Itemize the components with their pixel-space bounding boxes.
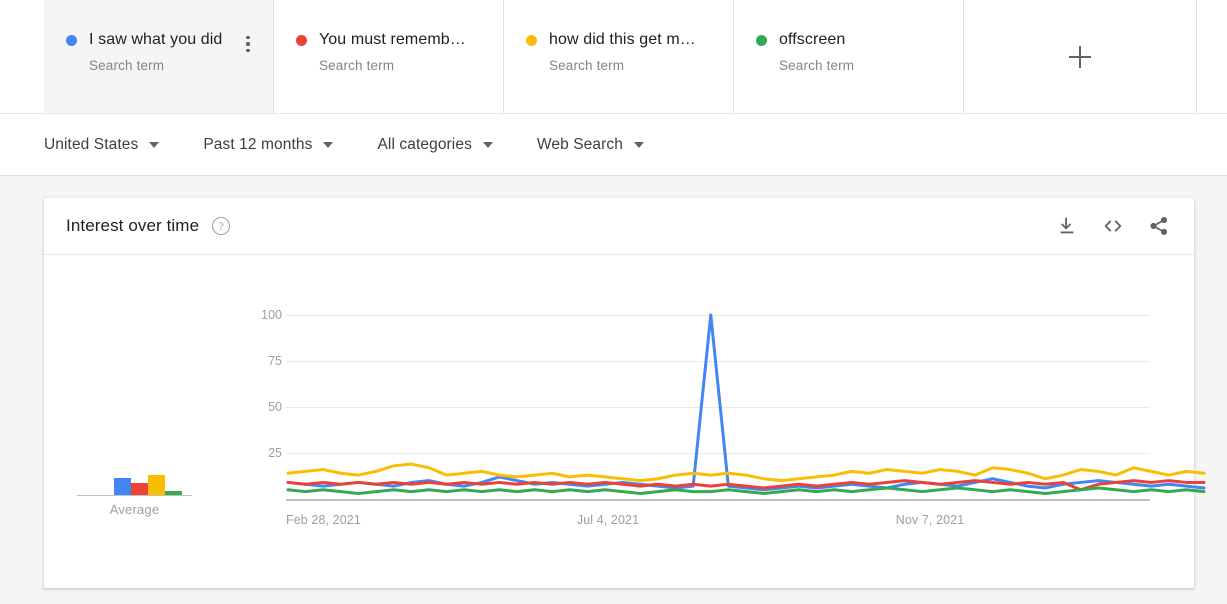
term-color-dot [526, 34, 537, 46]
average-bar [114, 478, 131, 495]
average-panel: Average [64, 255, 264, 587]
page-title: Interest over time [66, 216, 200, 235]
filter-search-type-label: Web Search [536, 135, 623, 153]
plus-icon [1069, 45, 1091, 68]
chart-series-svg [286, 313, 1206, 495]
term-color-dot [66, 34, 77, 46]
filter-category-label: All categories [377, 135, 472, 153]
term-color-dot [296, 34, 307, 46]
term-subtitle: Search term [319, 58, 395, 73]
filter-search-type[interactable]: Web Search [537, 136, 644, 154]
interest-over-time-card: Interest over time ? Average 100 75 50 2… [44, 198, 1206, 588]
y-axis-tick: 75 [268, 354, 282, 368]
chevron-down-icon [482, 141, 493, 148]
card-actions [1056, 215, 1170, 237]
kebab-menu-icon[interactable] [238, 33, 258, 55]
embed-code-icon[interactable] [1102, 215, 1124, 237]
filter-time-range[interactable]: Past 12 months [203, 135, 334, 154]
filter-category[interactable]: All categories [377, 135, 493, 154]
term-card-2[interactable]: how did this get m… Search term [504, 0, 734, 113]
filter-location-label: United States [44, 135, 139, 153]
chevron-down-icon [633, 141, 644, 148]
download-icon[interactable] [1056, 215, 1078, 237]
term-card-0[interactable]: I saw what you did Search term [44, 0, 274, 113]
content-spacer [0, 176, 1227, 198]
x-axis-tick: Feb 28, 2021 [286, 513, 361, 527]
help-circle-icon[interactable]: ? [212, 217, 231, 235]
term-name: how did this get m… [549, 31, 696, 48]
add-term-inner [964, 45, 1196, 68]
x-axis-tick: Jul 4, 2021 [576, 513, 640, 527]
term-card-1[interactable]: You must rememb… Search term [274, 0, 504, 113]
term-subtitle: Search term [779, 58, 855, 73]
plot-area: Average 100 75 50 25 Feb 28, 2021 Jul 4,… [44, 255, 1206, 587]
terms-bar-tail [1197, 0, 1227, 113]
term-color-dot [756, 34, 767, 46]
chevron-down-icon [323, 141, 334, 148]
term-name: You must rememb… [319, 31, 466, 48]
filter-location[interactable]: United States [44, 135, 160, 154]
term-card-3[interactable]: offscreen Search term [734, 0, 964, 113]
chart-line-i-saw-what-you-did [286, 313, 1206, 492]
share-icon[interactable] [1148, 215, 1170, 237]
term-subtitle: Search term [549, 58, 625, 73]
term-subtitle: Search term [89, 58, 165, 73]
average-bar [148, 475, 165, 495]
term-header: offscreen [756, 30, 963, 50]
average-bar [131, 483, 148, 495]
term-name: I saw what you did [89, 31, 223, 48]
x-axis-tick: Nov 7, 2021 [895, 513, 965, 527]
term-name: offscreen [779, 31, 846, 48]
line-chart[interactable]: 100 75 50 25 Feb 28, 2021 Jul 4, 2021 No… [240, 255, 1206, 587]
filter-bar: United States Past 12 months All categor… [0, 114, 1227, 176]
average-label: Average [109, 502, 160, 517]
term-header: You must rememb… [296, 30, 503, 50]
average-bars [114, 455, 182, 495]
filter-time-range-label: Past 12 months [203, 135, 313, 153]
y-axis-tick: 100 [261, 308, 282, 322]
search-terms-bar: I saw what you did Search term You must … [0, 0, 1227, 114]
term-header: how did this get m… [526, 30, 733, 50]
y-axis-tick: 50 [268, 400, 282, 414]
average-bar [165, 491, 182, 495]
chevron-down-icon [149, 141, 160, 148]
y-axis-tick: 25 [268, 446, 282, 460]
chart-line-how-did-this-get-made [286, 462, 1206, 483]
card-header: Interest over time ? [44, 198, 1194, 255]
add-search-term-button[interactable] [964, 0, 1197, 113]
